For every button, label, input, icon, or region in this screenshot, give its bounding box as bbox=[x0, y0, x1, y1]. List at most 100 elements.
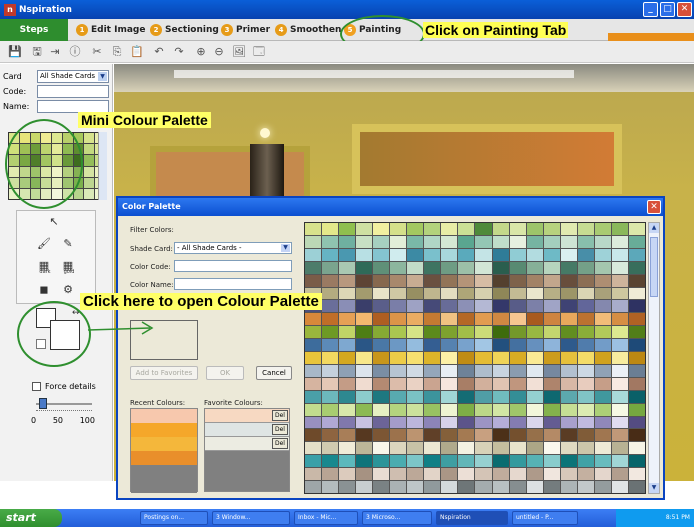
palette-swatch[interactable] bbox=[577, 390, 594, 403]
palette-swatch[interactable] bbox=[560, 352, 577, 364]
palette-swatch[interactable] bbox=[475, 429, 492, 442]
palette-swatch[interactable] bbox=[526, 455, 543, 468]
palette-swatch[interactable] bbox=[492, 403, 509, 416]
info-icon[interactable]: ⓘ bbox=[68, 45, 82, 59]
palette-swatch[interactable] bbox=[526, 300, 543, 313]
palette-swatch[interactable] bbox=[611, 481, 628, 493]
palette-swatch[interactable] bbox=[560, 481, 577, 493]
palette-swatch[interactable] bbox=[339, 274, 356, 287]
tab-primer[interactable]: 3 Primer bbox=[221, 22, 270, 38]
palette-swatch[interactable] bbox=[526, 364, 543, 377]
palette-swatch[interactable] bbox=[390, 339, 407, 352]
mini-palette-swatch[interactable] bbox=[84, 166, 95, 177]
palette-swatch[interactable] bbox=[424, 287, 441, 300]
palette-swatch[interactable] bbox=[560, 326, 577, 339]
palette-swatch[interactable] bbox=[577, 416, 594, 429]
delete-favorite-button[interactable]: Del bbox=[272, 438, 288, 449]
palette-swatch[interactable] bbox=[577, 223, 594, 235]
palette-swatch[interactable] bbox=[628, 390, 645, 403]
palette-swatch[interactable] bbox=[628, 442, 645, 455]
palette-swatch[interactable] bbox=[560, 261, 577, 274]
palette-swatch[interactable] bbox=[305, 468, 322, 481]
delete-favorite-button[interactable]: Del bbox=[272, 410, 288, 421]
palette-swatch[interactable] bbox=[322, 248, 339, 261]
palette-swatch[interactable] bbox=[526, 468, 543, 481]
tab-edit-image[interactable]: 1 Edit Image bbox=[76, 22, 145, 38]
palette-swatch[interactable] bbox=[594, 442, 611, 455]
palette-scrollbar[interactable]: ▲ ▼ bbox=[648, 222, 660, 494]
palette-swatch[interactable] bbox=[475, 352, 492, 364]
palette-swatch[interactable] bbox=[543, 403, 560, 416]
force-details-checkbox[interactable] bbox=[32, 382, 41, 391]
dark-tool-icon[interactable]: ▦ dark bbox=[37, 259, 51, 275]
mini-palette-scrollbar[interactable] bbox=[98, 132, 107, 200]
palette-swatch[interactable] bbox=[475, 223, 492, 235]
palette-swatch[interactable] bbox=[594, 235, 611, 248]
palette-swatch[interactable] bbox=[509, 313, 526, 326]
palette-swatch[interactable] bbox=[475, 364, 492, 377]
palette-swatch[interactable] bbox=[492, 364, 509, 377]
palette-swatch[interactable] bbox=[322, 390, 339, 403]
palette-swatch[interactable] bbox=[543, 455, 560, 468]
palette-swatch[interactable] bbox=[424, 261, 441, 274]
palette-swatch[interactable] bbox=[339, 468, 356, 481]
palette-swatch[interactable] bbox=[526, 339, 543, 352]
palette-swatch[interactable] bbox=[492, 390, 509, 403]
taskbar-item-active[interactable]: Nspiration bbox=[436, 511, 508, 525]
palette-swatch[interactable] bbox=[305, 377, 322, 390]
palette-swatch[interactable] bbox=[526, 223, 543, 235]
palette-swatch[interactable] bbox=[611, 300, 628, 313]
palette-swatch[interactable] bbox=[339, 442, 356, 455]
palette-swatch[interactable] bbox=[390, 364, 407, 377]
palette-swatch[interactable] bbox=[441, 300, 458, 313]
palette-swatch[interactable] bbox=[475, 403, 492, 416]
palette-swatch[interactable] bbox=[373, 223, 390, 235]
palette-swatch[interactable] bbox=[458, 261, 475, 274]
palette-swatch[interactable] bbox=[611, 403, 628, 416]
palette-swatch[interactable] bbox=[424, 248, 441, 261]
palette-swatch[interactable] bbox=[458, 248, 475, 261]
palette-swatch[interactable] bbox=[526, 377, 543, 390]
palette-swatch[interactable] bbox=[475, 287, 492, 300]
palette-swatch[interactable] bbox=[424, 481, 441, 493]
palette-swatch[interactable] bbox=[407, 442, 424, 455]
palette-swatch[interactable] bbox=[492, 339, 509, 352]
palette-swatch[interactable] bbox=[526, 416, 543, 429]
palette-swatch[interactable] bbox=[339, 313, 356, 326]
palette-swatch[interactable] bbox=[322, 416, 339, 429]
palette-swatch[interactable] bbox=[339, 364, 356, 377]
palette-swatch[interactable] bbox=[322, 442, 339, 455]
palette-swatch[interactable] bbox=[509, 455, 526, 468]
palette-swatch[interactable] bbox=[322, 455, 339, 468]
taskbar-item[interactable]: untitled - P... bbox=[512, 511, 578, 525]
palette-swatch[interactable] bbox=[560, 377, 577, 390]
zoom-out-icon[interactable]: ⊖ bbox=[212, 45, 226, 59]
palette-swatch[interactable] bbox=[611, 287, 628, 300]
close-button[interactable]: ✕ bbox=[677, 2, 692, 17]
palette-swatch[interactable] bbox=[390, 416, 407, 429]
palette-swatch[interactable] bbox=[560, 429, 577, 442]
palette-swatch[interactable] bbox=[390, 326, 407, 339]
palette-swatch[interactable] bbox=[305, 429, 322, 442]
palette-swatch[interactable] bbox=[373, 403, 390, 416]
palette-swatch[interactable] bbox=[356, 429, 373, 442]
palette-swatch[interactable] bbox=[407, 390, 424, 403]
palette-swatch[interactable] bbox=[492, 287, 509, 300]
palette-swatch[interactable] bbox=[407, 468, 424, 481]
palette-swatch[interactable] bbox=[594, 429, 611, 442]
palette-swatch[interactable] bbox=[628, 377, 645, 390]
palette-swatch[interactable] bbox=[390, 468, 407, 481]
palette-swatch[interactable] bbox=[560, 223, 577, 235]
palette-swatch[interactable] bbox=[526, 313, 543, 326]
palette-swatch[interactable] bbox=[373, 468, 390, 481]
palette-swatch[interactable] bbox=[339, 326, 356, 339]
palette-swatch[interactable] bbox=[407, 352, 424, 364]
palette-swatch[interactable] bbox=[424, 403, 441, 416]
palette-swatch[interactable] bbox=[509, 403, 526, 416]
palette-swatch[interactable] bbox=[458, 390, 475, 403]
palette-swatch[interactable] bbox=[322, 364, 339, 377]
palette-swatch[interactable] bbox=[594, 377, 611, 390]
palette-swatch[interactable] bbox=[424, 300, 441, 313]
palette-swatch[interactable] bbox=[441, 481, 458, 493]
palette-swatch[interactable] bbox=[373, 261, 390, 274]
